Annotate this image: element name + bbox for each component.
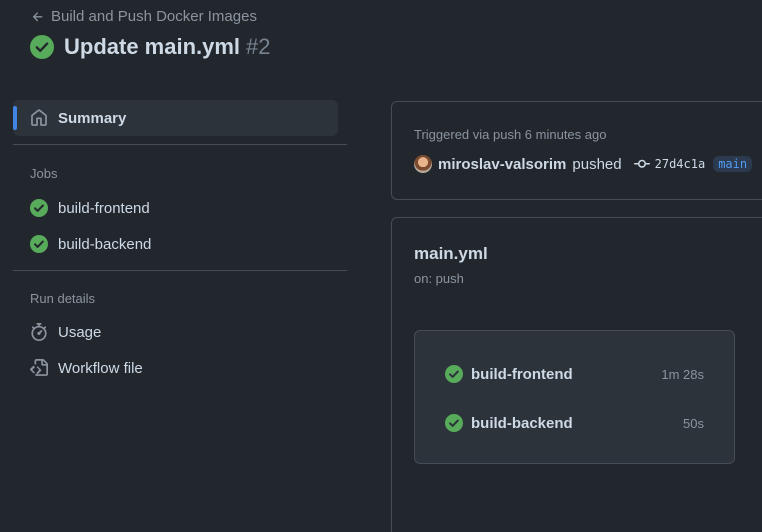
sidebar-item-label: build-backend: [58, 235, 152, 253]
sidebar-item-build-backend[interactable]: build-backend: [13, 226, 347, 262]
branch-badge[interactable]: main: [713, 156, 753, 172]
file-code-icon: [30, 359, 48, 376]
page-title: Update main.yml #2: [30, 34, 271, 60]
trigger-card: Triggered via push 6 minutes ago mirosla…: [391, 101, 762, 200]
job-duration: 50s: [683, 415, 704, 431]
check-circle-icon: [30, 235, 48, 253]
home-icon: [31, 109, 47, 126]
jobs-graph-box: build-frontend 1m 28s build-backend 50s: [414, 330, 735, 464]
stopwatch-icon: [31, 323, 47, 341]
divider: [13, 144, 347, 145]
sidebar-item-label: build-frontend: [58, 199, 150, 217]
back-link-label[interactable]: Build and Push Docker Images: [51, 8, 257, 25]
back-link[interactable]: Build and Push Docker Images: [31, 8, 257, 25]
sidebar-item-usage[interactable]: Usage: [13, 314, 347, 350]
arrow-left-icon: [32, 11, 43, 21]
workflow-run-page: Build and Push Docker Images Update main…: [0, 0, 762, 532]
trigger-action: pushed: [572, 155, 622, 173]
commit-link[interactable]: 27d4c1a: [633, 156, 706, 172]
check-circle-icon: [30, 35, 54, 59]
sidebar-item-build-frontend[interactable]: build-frontend: [13, 190, 347, 226]
sidebar-item-label: Usage: [58, 323, 102, 341]
check-circle-icon: [30, 199, 48, 217]
workflow-file-name: main.yml: [414, 244, 488, 263]
check-circle-icon: [445, 414, 463, 432]
sidebar-item-label: Summary: [58, 109, 127, 127]
job-name: build-backend: [471, 414, 573, 432]
job-node-build-backend[interactable]: build-backend 50s: [445, 411, 704, 435]
sidebar-item-workflow-file[interactable]: Workflow file: [13, 350, 347, 386]
workflow-graph-card: main.yml on: push build-frontend 1m 28s …: [391, 217, 762, 532]
run-title-text: Update main.yml: [64, 34, 241, 59]
actor-link[interactable]: miroslav-valsorim: [438, 156, 566, 173]
sidebar-item-label: Workflow file: [58, 359, 143, 377]
job-name: build-frontend: [471, 365, 573, 383]
job-duration: 1m 28s: [661, 366, 704, 382]
trigger-label: Triggered via push 6 minutes ago: [414, 127, 607, 142]
git-commit-icon: [633, 159, 650, 168]
commit-sha[interactable]: 27d4c1a: [655, 157, 706, 171]
workflow-event: on: push: [414, 271, 464, 286]
run-details-section-title: Run details: [30, 291, 96, 306]
jobs-section-title: Jobs: [30, 166, 58, 181]
run-number: #2: [246, 34, 271, 59]
job-node-build-frontend[interactable]: build-frontend 1m 28s: [445, 362, 704, 386]
sidebar: Summary Jobs build-frontend build-backen…: [13, 100, 347, 386]
check-circle-icon: [445, 365, 463, 383]
trigger-row: miroslav-valsorim pushed 27d4c1a main: [414, 155, 753, 173]
avatar[interactable]: [414, 155, 432, 173]
sidebar-item-summary[interactable]: Summary: [13, 100, 338, 136]
divider: [13, 270, 347, 271]
